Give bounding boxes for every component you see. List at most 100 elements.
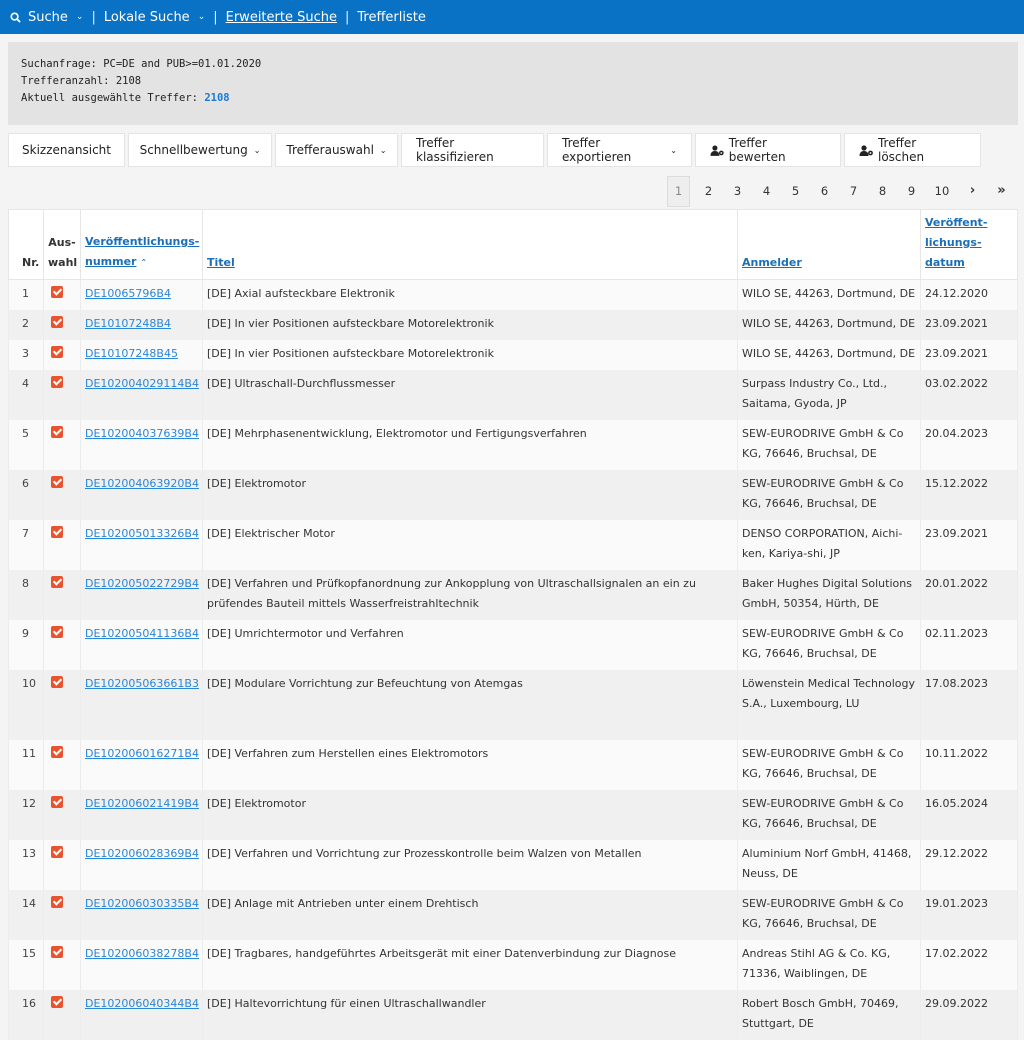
pagination: 1 2 3 4 5 6 7 8 9 10 › » <box>0 175 1016 207</box>
row-selection-checkbox[interactable] <box>43 339 81 370</box>
row-selection-checkbox[interactable] <box>43 279 81 310</box>
row-selection-checkbox[interactable] <box>43 939 81 990</box>
row-applicant: WILO SE, 44263, Dortmund, DE <box>737 309 921 340</box>
publication-number-link[interactable]: DE102006016271B4 <box>80 739 203 790</box>
publication-number-link[interactable]: DE102005013326B4 <box>80 519 203 570</box>
publication-number-link[interactable]: DE10065796B4 <box>80 279 203 310</box>
checked-checkbox-icon[interactable] <box>51 525 63 538</box>
header-applicant-link[interactable]: Anmelder <box>742 256 802 269</box>
checked-checkbox-icon[interactable] <box>51 675 63 688</box>
selected-value: 2108 <box>204 92 230 104</box>
header-pubnum-line1[interactable]: Veröffentlichungs- <box>85 235 199 248</box>
header-nr: Nr. <box>8 209 44 280</box>
checked-checkbox-icon[interactable] <box>51 795 63 808</box>
header-pubnum-line2[interactable]: nummer <box>85 255 136 268</box>
row-selection-checkbox[interactable] <box>43 519 81 570</box>
last-page-icon[interactable]: » <box>987 176 1016 206</box>
nav-advanced-search-link[interactable]: Erweiterte Suche <box>226 10 337 25</box>
publication-number-link[interactable]: DE102004063920B4 <box>80 469 203 520</box>
publication-number-link[interactable]: DE102005022729B4 <box>80 569 203 620</box>
sort-asc-icon[interactable]: ⌃ <box>140 258 147 267</box>
row-selection-checkbox[interactable] <box>43 369 81 420</box>
row-selection-checkbox[interactable] <box>43 989 81 1040</box>
table-row: 1 DE10065796B4 [DE] Axial aufsteckbare Ele… <box>8 279 1018 310</box>
checked-checkbox-icon[interactable] <box>51 286 63 298</box>
row-applicant: SEW-EURODRIVE GmbH & Co KG, 76646, Bruch… <box>737 789 921 840</box>
row-selection-checkbox[interactable] <box>43 739 81 790</box>
classify-hits-button[interactable]: Treffer klassifizieren <box>401 133 544 167</box>
header-date-line2[interactable]: lichungs- <box>925 236 982 249</box>
row-selection-checkbox[interactable] <box>43 309 81 340</box>
row-selection-checkbox[interactable] <box>43 419 81 470</box>
row-selection-checkbox[interactable] <box>43 839 81 890</box>
header-date-line3[interactable]: datum <box>925 256 965 269</box>
publication-number-link[interactable]: DE102004037639B4 <box>80 419 203 470</box>
checked-checkbox-icon[interactable] <box>51 345 63 358</box>
publication-number-link[interactable]: DE102004029114B4 <box>80 369 203 420</box>
table-row: 10 DE102005063661B3 [DE] Modulare Vorricht… <box>8 669 1018 740</box>
publication-number-link[interactable]: DE10107248B45 <box>80 339 203 370</box>
publication-number-link[interactable]: DE102006028369B4 <box>80 839 203 890</box>
row-title: [DE] Elektromotor <box>202 469 738 520</box>
page-link[interactable]: 9 <box>897 176 926 206</box>
hit-selection-button[interactable]: Trefferauswahl ⌄ <box>275 133 398 167</box>
nav-separator: | <box>91 9 96 25</box>
checked-checkbox-icon[interactable] <box>51 575 63 588</box>
sketch-view-button[interactable]: Skizzenansicht <box>8 133 125 167</box>
checked-checkbox-icon[interactable] <box>51 375 63 388</box>
publication-number-link[interactable]: DE102005041136B4 <box>80 619 203 670</box>
checked-checkbox-icon[interactable] <box>51 895 63 908</box>
checked-checkbox-icon[interactable] <box>51 745 63 758</box>
page-link[interactable]: 4 <box>752 176 781 206</box>
row-number: 10 <box>8 669 44 740</box>
header-date-line1[interactable]: Veröffent- <box>925 216 987 229</box>
row-selection-checkbox[interactable] <box>43 789 81 840</box>
publication-number-link[interactable]: DE102006021419B4 <box>80 789 203 840</box>
page-link[interactable]: 7 <box>839 176 868 206</box>
row-selection-checkbox[interactable] <box>43 669 81 740</box>
page-link[interactable]: 1 <box>667 175 690 207</box>
row-number: 3 <box>8 339 44 370</box>
header-pubnum[interactable]: Veröffentlichungs-nummer ⌃ <box>80 209 203 280</box>
page-link[interactable]: 5 <box>781 176 810 206</box>
page-link[interactable]: 10 <box>926 176 958 206</box>
checked-checkbox-icon[interactable] <box>51 425 63 438</box>
header-title-link[interactable]: Titel <box>207 256 235 269</box>
sketch-view-label: Skizzenansicht <box>22 143 111 157</box>
checked-checkbox-icon[interactable] <box>51 995 63 1008</box>
nav-local-search[interactable]: Lokale Suche ⌄ <box>104 10 205 25</box>
page-link[interactable]: 8 <box>868 176 897 206</box>
page-link[interactable]: 3 <box>723 176 752 206</box>
row-selection-checkbox[interactable] <box>43 569 81 620</box>
row-number: 6 <box>8 469 44 520</box>
publication-number-link[interactable]: DE10107248B4 <box>80 309 203 340</box>
checked-checkbox-icon[interactable] <box>51 315 63 328</box>
rate-hits-button[interactable]: Treffer bewerten <box>695 133 841 167</box>
row-selection-checkbox[interactable] <box>43 469 81 520</box>
row-date: 23.09.2021 <box>920 519 1018 570</box>
row-selection-checkbox[interactable] <box>43 619 81 670</box>
publication-number-link[interactable]: DE102006040344B4 <box>80 989 203 1040</box>
quick-rating-button[interactable]: Schnellbewertung ⌄ <box>128 133 272 167</box>
header-title[interactable]: Titel <box>202 209 738 280</box>
checked-checkbox-icon[interactable] <box>51 475 63 488</box>
page-link[interactable]: 2 <box>694 176 723 206</box>
publication-number-link[interactable]: DE102005063661B3 <box>80 669 203 740</box>
header-date[interactable]: Veröffent-lichungs-datum <box>920 209 1018 280</box>
header-applicant[interactable]: Anmelder <box>737 209 921 280</box>
row-number: 15 <box>8 939 44 990</box>
checked-checkbox-icon[interactable] <box>51 625 63 638</box>
chevron-down-icon: ⌄ <box>75 12 84 22</box>
row-selection-checkbox[interactable] <box>43 889 81 940</box>
export-hits-button[interactable]: Treffer exportieren ⌄ <box>547 133 692 167</box>
delete-hits-button[interactable]: Treffer löschen <box>844 133 981 167</box>
row-title: [DE] Umrichtermotor und Verfahren <box>202 619 738 670</box>
checked-checkbox-icon[interactable] <box>51 945 63 958</box>
publication-number-link[interactable]: DE102006038278B4 <box>80 939 203 990</box>
next-page-icon[interactable]: › <box>958 176 987 206</box>
publication-number-link[interactable]: DE102006030335B4 <box>80 889 203 940</box>
nav-search[interactable]: Suche ⌄ <box>10 10 83 25</box>
page-link[interactable]: 6 <box>810 176 839 206</box>
row-number: 13 <box>8 839 44 890</box>
checked-checkbox-icon[interactable] <box>51 845 63 858</box>
